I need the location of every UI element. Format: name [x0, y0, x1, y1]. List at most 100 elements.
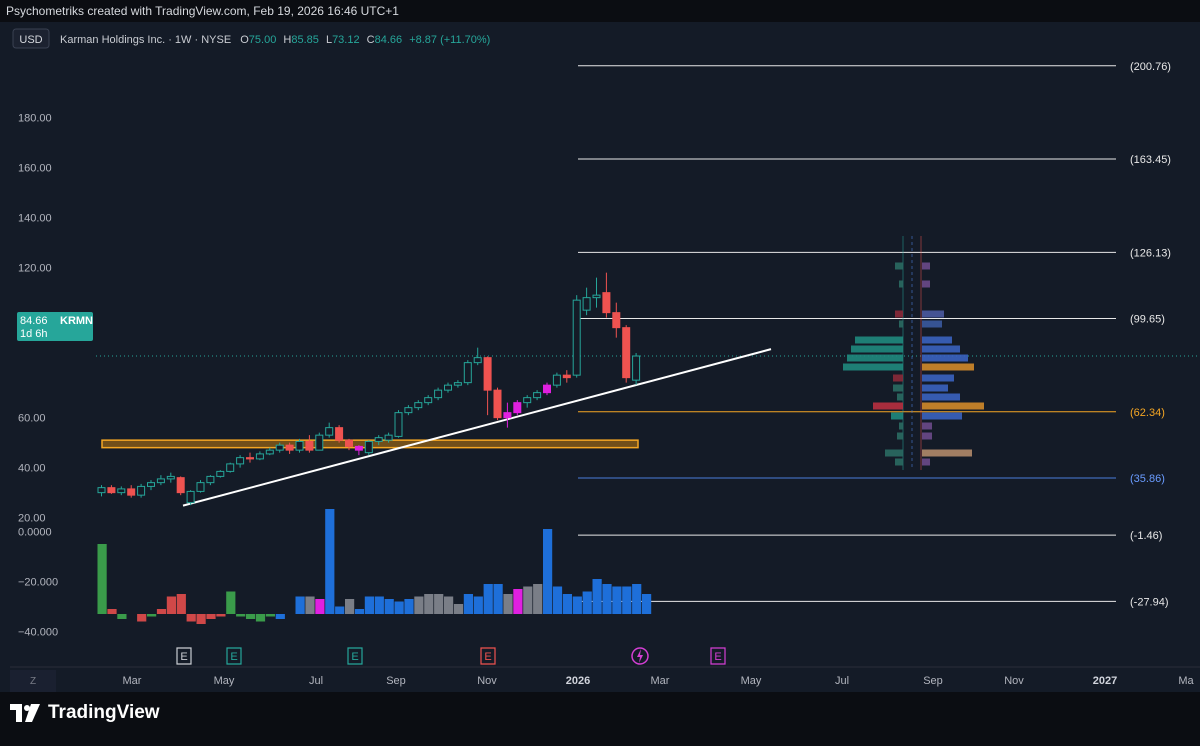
- candle-body: [513, 402, 522, 414]
- profile-bar-left: [899, 320, 903, 328]
- profile-bar-right: [922, 320, 942, 328]
- candle-body: [453, 382, 462, 386]
- oscillator-bar: [404, 599, 414, 614]
- footer: TradingView: [0, 692, 1200, 746]
- candle-body: [394, 412, 403, 437]
- oscillator-bar: [434, 594, 444, 614]
- high-value: 85.85: [291, 34, 319, 46]
- level-label: (-1.46): [1130, 530, 1162, 542]
- candle-body: [384, 434, 393, 441]
- candle-body: [275, 444, 284, 451]
- candle-body: [186, 490, 195, 504]
- profile-bar-right: [922, 393, 960, 401]
- profile-bar-right: [922, 384, 948, 392]
- price-tick-label: 20.00: [18, 513, 46, 525]
- oscillator-bar: [562, 594, 572, 614]
- profile-bar-left: [885, 449, 903, 457]
- oscillator-bar: [543, 529, 553, 614]
- brand-name: TradingView: [48, 702, 160, 723]
- price-tag[interactable]: 84.66 KRMN 1d 6h: [17, 312, 93, 341]
- trendline[interactable]: [182, 348, 772, 507]
- oscillator-tick-label: 0.0000: [18, 527, 52, 539]
- candle-body: [582, 297, 591, 311]
- timezone-button-label[interactable]: Z: [30, 676, 36, 687]
- time-tick-label: May: [214, 675, 235, 687]
- price-tag-price: 84.66: [20, 315, 48, 327]
- candle-body: [127, 488, 136, 496]
- candle-body: [473, 357, 482, 364]
- currency-label[interactable]: USD: [19, 34, 42, 46]
- price-tag-ticker: KRMN: [60, 315, 93, 327]
- fib-levels[interactable]: (200.76) (163.45) (126.13) (99.65) (62.34) (3…: [96, 61, 1200, 609]
- candle-body: [483, 357, 492, 391]
- oscillator-bar: [374, 596, 384, 614]
- time-axis[interactable]: Z Mar May Jul Sep Nov 2026 Mar May Jul Sep Nov 2027 M…: [10, 666, 1200, 692]
- candle-body: [424, 397, 433, 404]
- oscillator-bar: [206, 614, 216, 619]
- oscillator-bar: [453, 604, 464, 614]
- oscillator-bar: [117, 614, 127, 619]
- price-tick-label: 140.00: [18, 213, 52, 225]
- trendline-line[interactable]: [182, 348, 772, 507]
- oscillator-bar: [354, 609, 365, 614]
- candle-body: [147, 482, 155, 487]
- earnings-marker-label: E: [230, 651, 237, 663]
- oscillator-bar: [602, 584, 612, 614]
- time-tick-label: Mar: [651, 675, 670, 687]
- profile-bar-right: [922, 402, 984, 410]
- candle-body: [166, 475, 175, 480]
- oscillator-bar: [156, 609, 167, 614]
- earnings-marker-label: E: [351, 651, 358, 663]
- profile-bar-left: [847, 354, 903, 362]
- level-label: (35.86): [1130, 473, 1165, 485]
- oscillator-bar: [632, 584, 642, 614]
- price-axis[interactable]: 180.00160.00140.00120.00100.0060.0040.00…: [18, 113, 58, 639]
- earnings-marker-label: E: [714, 651, 721, 663]
- candle-body: [543, 384, 551, 394]
- profile-bar-left: [897, 432, 903, 440]
- tradingview-brand[interactable]: TradingView: [10, 702, 160, 724]
- candle-body: [335, 427, 344, 441]
- chart-pane[interactable]: (200.76) (163.45) (126.13) (99.65) (62.34) (3…: [0, 22, 1200, 692]
- candle-body: [137, 485, 146, 496]
- candle-body: [493, 389, 502, 419]
- oscillator-bar: [444, 596, 454, 614]
- time-tick-label: Sep: [386, 675, 406, 687]
- candle-body: [315, 434, 324, 451]
- profile-bar-right: [922, 412, 962, 420]
- profile-bar-left: [895, 458, 903, 466]
- candle-body: [216, 470, 225, 477]
- oscillator-bar: [295, 596, 305, 614]
- oscillator-bar: [246, 614, 256, 619]
- candle-body: [602, 292, 611, 314]
- time-tick-label: 2027: [1093, 675, 1117, 687]
- candle-body: [533, 392, 542, 399]
- profile-bar-left: [873, 402, 903, 410]
- oscillator-bar: [592, 579, 602, 614]
- candle-body: [364, 440, 373, 454]
- high-label: H: [283, 34, 291, 46]
- time-tick-label: May: [741, 675, 762, 687]
- oscillator-bar: [523, 586, 533, 614]
- candle-body: [196, 482, 205, 492]
- candle-body: [463, 362, 472, 384]
- chart-canvas[interactable]: (200.76) (163.45) (126.13) (99.65) (62.34) (3…: [0, 22, 1200, 692]
- candle-body: [444, 384, 452, 391]
- oscillator-bar: [394, 601, 404, 614]
- price-tick-label: 120.00: [18, 263, 52, 275]
- candle-body: [176, 477, 185, 494]
- profile-bar-left: [895, 262, 903, 270]
- profile-bar-left: [899, 422, 903, 430]
- attribution-text: Psychometriks created with TradingView.c…: [6, 4, 399, 18]
- profile-bar-right: [922, 262, 930, 270]
- ohlc-legend: Karman Holdings Inc. · 1W · NYSE O75.00 …: [60, 34, 490, 46]
- candle-body: [434, 389, 443, 399]
- profile-bar-left: [899, 280, 903, 288]
- attribution-bar: Psychometriks created with TradingView.c…: [0, 0, 1200, 22]
- candle-body: [226, 463, 235, 472]
- level-label: (62.34): [1130, 407, 1165, 419]
- low-value: 73.12: [332, 34, 360, 46]
- price-tick-label: 160.00: [18, 163, 52, 175]
- event-markers[interactable]: EEEEE: [176, 647, 726, 665]
- price-tick-label: 60.00: [18, 413, 46, 425]
